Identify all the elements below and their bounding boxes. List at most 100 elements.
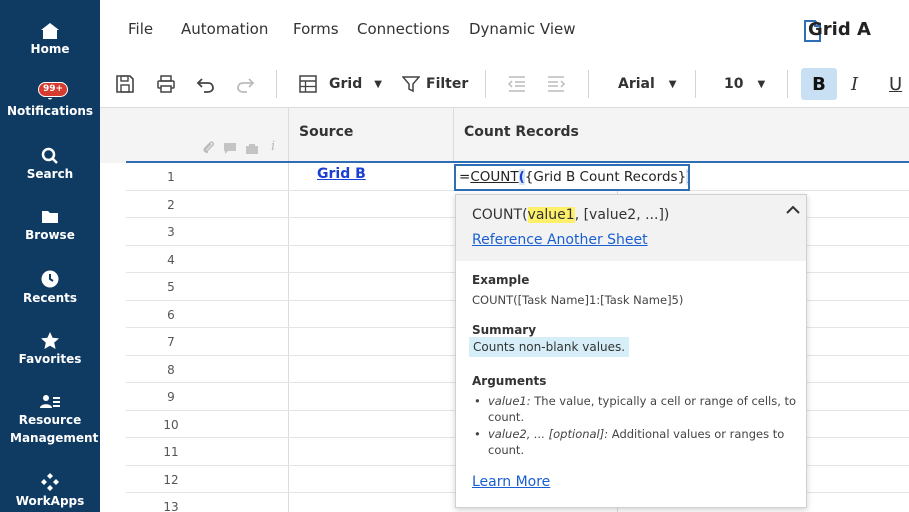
row-number: 4 <box>167 252 175 267</box>
menu-file[interactable]: File <box>128 20 153 38</box>
nav-home-label: Home <box>30 42 70 56</box>
source-cell-link[interactable]: Grid B <box>317 166 366 182</box>
search-icon <box>41 147 58 164</box>
attachment-icon <box>203 141 214 153</box>
row-number: 12 <box>163 472 179 487</box>
example-text: COUNT([Task Name]1:[Task Name]5) <box>472 293 684 307</box>
row-number: 8 <box>167 362 175 377</box>
outdent-button[interactable] <box>507 72 527 96</box>
font-size-value: 10 <box>724 76 744 92</box>
column-header-source[interactable]: Source <box>299 124 353 140</box>
info-icon: i <box>271 139 276 154</box>
redo-icon <box>237 78 255 93</box>
toolbar-divider <box>588 70 589 98</box>
menu-connections[interactable]: Connections <box>357 20 450 38</box>
view-selector-label: Grid <box>329 76 363 92</box>
arguments-title: Arguments <box>472 374 547 388</box>
underline-button[interactable]: U <box>889 72 902 96</box>
redo-button[interactable] <box>235 72 255 96</box>
argument-name: value1: <box>488 394 531 408</box>
menu-dynamic-view[interactable]: Dynamic View <box>469 20 576 38</box>
argument-item: value1: The value, typically a cell or r… <box>472 393 798 425</box>
bold-button[interactable]: B <box>801 68 837 100</box>
print-icon <box>157 75 175 93</box>
filter-button[interactable]: Filter <box>402 72 468 96</box>
grid-view-icon <box>299 75 317 93</box>
nav-search-label: Search <box>26 167 74 181</box>
formula-editor[interactable]: =COUNT({Grid B Count Records}) <box>454 164 690 191</box>
signature-fn: COUNT( <box>472 207 528 223</box>
nav-search[interactable]: Search <box>0 147 100 183</box>
signature-rest: , [value2, ...]) <box>574 207 670 223</box>
nav-recents[interactable]: Recents <box>0 269 100 307</box>
menu-forms[interactable]: Forms <box>293 20 339 38</box>
save-button[interactable] <box>115 72 135 96</box>
italic-button[interactable]: I <box>851 72 858 96</box>
view-selector[interactable]: Grid ▼ <box>299 72 382 96</box>
print-button[interactable] <box>156 72 176 96</box>
row-number: 3 <box>167 225 175 239</box>
row-number: 5 <box>167 280 175 294</box>
outdent-icon <box>507 76 525 92</box>
nav-resource-management[interactable]: Resource Management <box>0 393 100 447</box>
nav-workapps-label: WorkApps <box>15 494 85 508</box>
row-number: 13 <box>163 500 179 512</box>
clock-icon <box>41 270 59 288</box>
undo-button[interactable] <box>196 72 216 96</box>
summary-text: Counts non-blank values. <box>469 337 630 357</box>
argument-item: value2, ... [optional]: Additional value… <box>472 426 798 458</box>
formula-prefix: = <box>459 169 471 185</box>
indent-icon <box>548 76 566 92</box>
menu-bar: File Automation Forms Connections Dynami… <box>100 0 909 60</box>
column-divider <box>288 108 289 163</box>
column-header-count-records[interactable]: Count Records <box>464 124 579 140</box>
toolbar: Grid ▼ Filter Arial ▼ 10 ▼ B I U <box>100 60 909 108</box>
toolbar-divider <box>485 70 486 98</box>
row-number: 7 <box>167 335 175 349</box>
nav-resource-management-label: Resource Management <box>10 413 99 445</box>
function-help-popup: COUNT(value1, [value2, ...]) Reference A… <box>455 194 807 508</box>
example-title: Example <box>472 273 530 287</box>
row-number: 6 <box>167 307 175 322</box>
filter-label: Filter <box>426 76 469 92</box>
row-number: 11 <box>163 445 179 459</box>
folder-icon <box>42 211 58 223</box>
nav-home[interactable]: Home <box>0 22 100 58</box>
nav-favorites[interactable]: Favorites <box>0 331 100 368</box>
function-signature-panel: COUNT(value1, [value2, ...]) Reference A… <box>456 195 806 261</box>
nav-workapps[interactable]: WorkApps <box>0 472 100 510</box>
indent-button[interactable] <box>546 72 566 96</box>
notification-badge: 99+ <box>38 82 69 97</box>
toolbar-divider <box>695 70 696 98</box>
signature-active-arg: value1 <box>527 207 575 223</box>
font-family-select[interactable]: Arial ▼ <box>618 72 677 96</box>
argument-name: value2, ... [optional]: <box>488 427 609 441</box>
row-number: 9 <box>167 390 175 404</box>
comment-icon <box>224 143 236 154</box>
learn-more-link[interactable]: Learn More <box>472 474 550 490</box>
grid-header: i Source Count Records <box>100 108 909 163</box>
column-divider <box>453 108 454 163</box>
nav-recents-label: Recents <box>22 291 78 305</box>
chevron-down-icon: ▼ <box>374 78 382 90</box>
home-icon <box>41 23 59 39</box>
nav-favorites-label: Favorites <box>18 352 82 366</box>
font-family-value: Arial <box>618 76 655 92</box>
formula-function: COUNT <box>470 169 519 185</box>
nav-browse[interactable]: Browse <box>0 208 100 244</box>
menu-automation[interactable]: Automation <box>181 20 268 38</box>
proof-icon <box>246 144 258 154</box>
collapse-caret-icon[interactable] <box>785 203 801 217</box>
nav-browse-label: Browse <box>25 228 75 242</box>
nav-notifications[interactable]: 99+ Notifications <box>0 82 100 120</box>
row-number: 1 <box>167 170 175 184</box>
toolbar-divider <box>787 70 788 98</box>
filter-icon <box>402 76 420 93</box>
formula-cursor: ) <box>686 169 688 185</box>
formula-argument: {Grid B Count Records} <box>524 169 687 185</box>
sheet-title[interactable]: Grid A <box>808 19 871 40</box>
font-size-select[interactable]: 10 ▼ <box>724 72 765 96</box>
chevron-down-icon: ▼ <box>668 78 677 90</box>
apps-icon <box>41 473 59 491</box>
reference-another-sheet-link[interactable]: Reference Another Sheet <box>472 232 648 248</box>
